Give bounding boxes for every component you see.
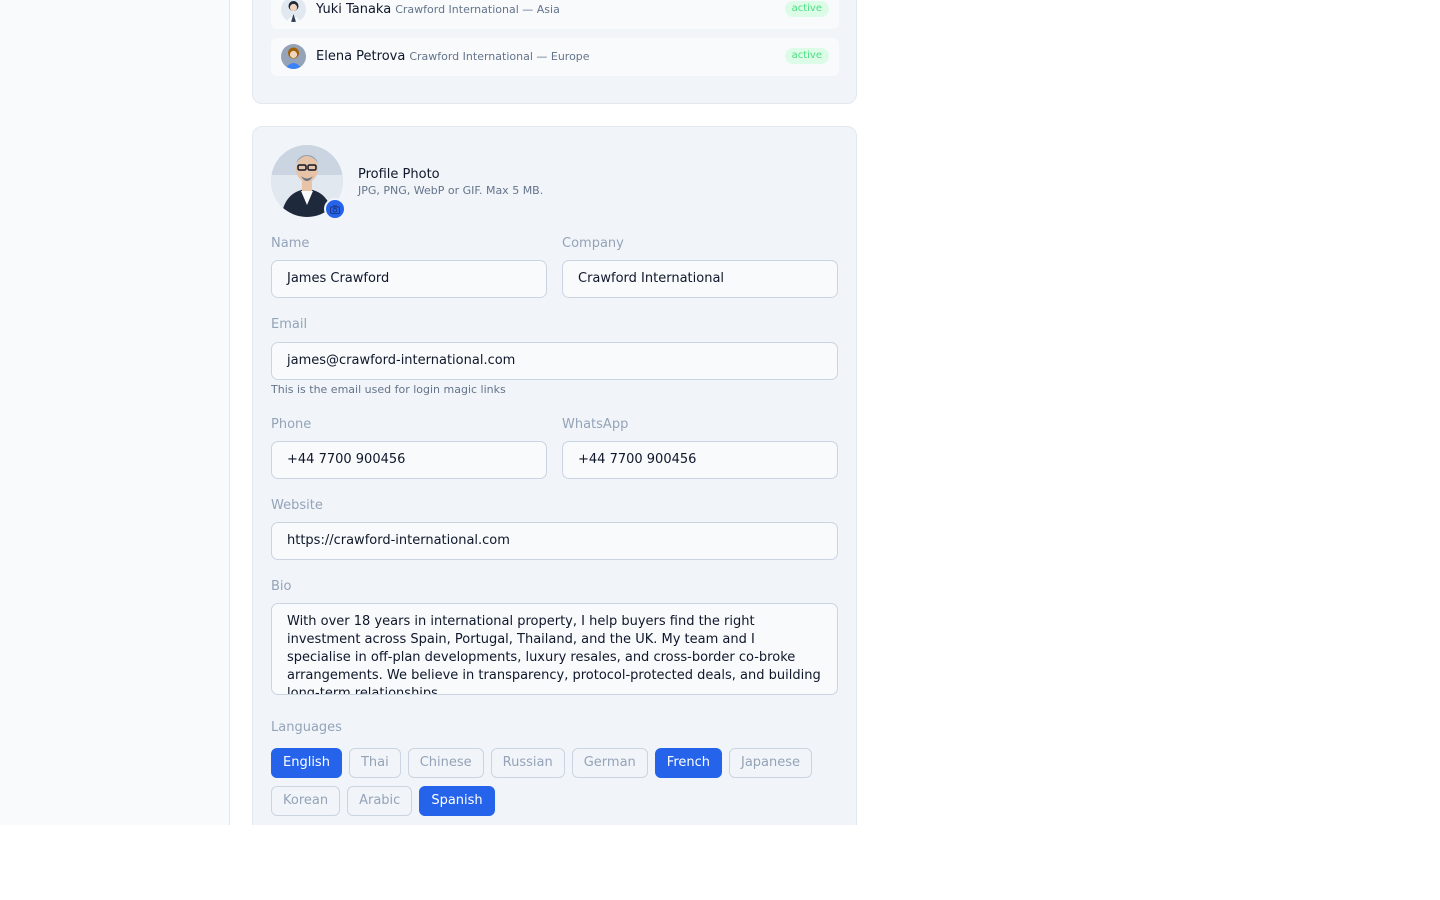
bio-textarea[interactable]: With over 18 years in international prop… xyxy=(271,603,838,695)
email-field[interactable]: james@crawford-international.com xyxy=(271,342,838,380)
email-hint: This is the email used for login magic l… xyxy=(271,383,506,396)
website-label: Website xyxy=(271,498,323,513)
sidebar xyxy=(0,0,230,825)
name-field[interactable]: James Crawford xyxy=(271,260,547,298)
language-chip-russian[interactable]: Russian xyxy=(490,748,565,778)
language-chip-arabic[interactable]: Arabic xyxy=(347,786,413,816)
language-chip-spanish[interactable]: Spanish xyxy=(419,786,495,816)
language-chip-german[interactable]: German xyxy=(571,748,648,778)
whatsapp-field[interactable]: +44 7700 900456 xyxy=(562,441,838,479)
company-field[interactable]: Crawford International xyxy=(562,260,838,298)
languages-label: Languages xyxy=(271,720,342,735)
language-chip-japanese[interactable]: Japanese xyxy=(729,748,813,778)
team-member-org: Crawford International — Asia xyxy=(395,3,560,16)
avatar xyxy=(281,44,306,69)
team-member-name: Elena Petrova xyxy=(316,49,406,64)
camera-icon[interactable] xyxy=(324,198,346,220)
team-member-name: Yuki Tanaka xyxy=(316,2,392,17)
phone-label: Phone xyxy=(271,417,312,432)
language-chip-chinese[interactable]: Chinese xyxy=(407,748,484,778)
team-member-row[interactable]: Elena Petrova Crawford International — Eu… xyxy=(271,38,839,76)
status-badge: active xyxy=(784,48,829,64)
bio-label: Bio xyxy=(271,579,292,594)
profile-photo-title: Profile Photo xyxy=(358,167,440,182)
team-members-card: Yuki Tanaka Crawford International — Asia… xyxy=(252,0,857,104)
company-label: Company xyxy=(562,236,624,251)
language-chip-korean[interactable]: Korean xyxy=(271,786,341,816)
language-chip-english[interactable]: English xyxy=(271,748,342,778)
phone-field[interactable]: +44 7700 900456 xyxy=(271,441,547,479)
email-label: Email xyxy=(271,317,308,332)
whatsapp-label: WhatsApp xyxy=(562,417,629,432)
profile-form-card: Profile Photo JPG, PNG, WebP or GIF. Max… xyxy=(252,126,857,825)
language-chip-thai[interactable]: Thai xyxy=(348,748,401,778)
status-badge: active xyxy=(784,1,829,17)
name-label: Name xyxy=(271,236,310,251)
team-member-org: Crawford International — Europe xyxy=(409,50,590,63)
language-chip-french[interactable]: French xyxy=(654,748,722,778)
website-field[interactable]: https://crawford-international.com xyxy=(271,522,838,560)
avatar xyxy=(281,0,306,22)
team-member-row[interactable]: Yuki Tanaka Crawford International — Asia… xyxy=(271,0,839,29)
profile-photo-hint: JPG, PNG, WebP or GIF. Max 5 MB. xyxy=(358,184,544,197)
main-content: Yuki Tanaka Crawford International — Asia… xyxy=(230,0,1440,825)
languages-chip-group: English Thai Chinese Russian German Fren… xyxy=(271,748,851,816)
